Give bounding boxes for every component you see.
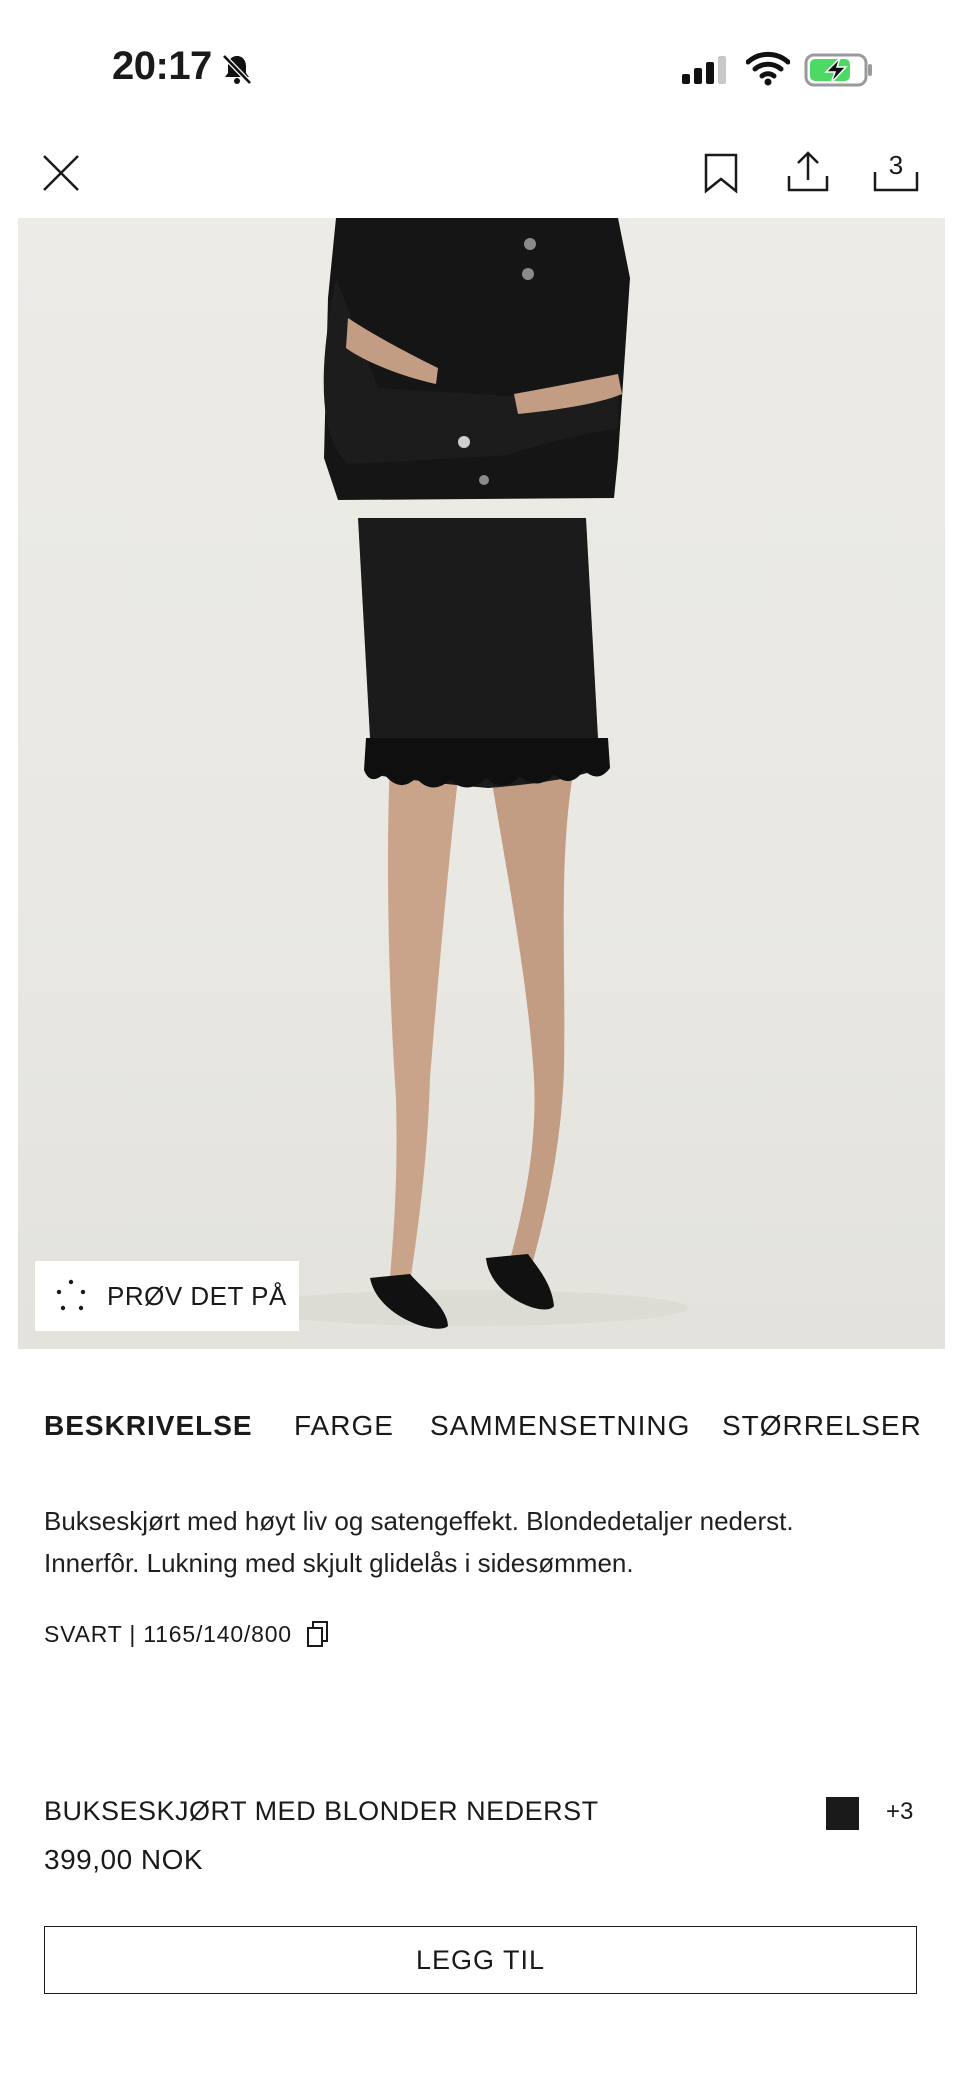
status-time: 20:17 bbox=[112, 44, 212, 88]
add-to-cart-button[interactable]: LEGG TIL bbox=[44, 1926, 917, 1994]
cellular-signal-icon bbox=[682, 56, 726, 84]
color-swatch[interactable] bbox=[826, 1797, 859, 1830]
bell-slash-icon bbox=[222, 54, 252, 85]
product-price: 399,00 NOK bbox=[44, 1844, 204, 1875]
reference-row: SVART | 1165/140/800 bbox=[44, 1616, 330, 1652]
product-description: Bukseskjørt med høyt liv og satengeffekt… bbox=[44, 1500, 924, 1584]
gallery-count-button[interactable]: 3 bbox=[872, 150, 920, 194]
close-icon[interactable] bbox=[40, 152, 82, 194]
tab-composition[interactable]: SAMMENSETNING bbox=[430, 1410, 690, 1442]
wifi-icon bbox=[746, 51, 790, 86]
tab-sizes[interactable]: STØRRELSER bbox=[722, 1410, 922, 1442]
status-bar: 20:17 bbox=[0, 0, 960, 140]
try-on-label: PRØV DET PÅ bbox=[107, 1280, 287, 1311]
bookmark-icon[interactable] bbox=[702, 152, 740, 194]
description-line-2: Innerfôr. Lukning med skjult glidelås i … bbox=[44, 1548, 634, 1578]
product-name: BUKSESKJØRT MED BLONDER NEDERST bbox=[44, 1796, 599, 1826]
product-image[interactable] bbox=[18, 218, 945, 1349]
more-colors[interactable]: +3 bbox=[886, 1798, 913, 1826]
share-icon[interactable] bbox=[786, 150, 830, 194]
description-line-1: Bukseskjørt med høyt liv og satengeffekt… bbox=[44, 1506, 794, 1536]
model-photo bbox=[248, 218, 688, 1329]
detail-tabs: BESKRIVELSE FARGE SAMMENSETNING STØRRELS… bbox=[44, 1410, 924, 1454]
battery-charging-icon bbox=[804, 53, 872, 87]
top-navigation: 3 bbox=[0, 140, 960, 218]
tab-description[interactable]: BESKRIVELSE bbox=[44, 1410, 253, 1442]
try-on-button[interactable]: PRØV DET PÅ bbox=[35, 1261, 299, 1331]
reference-text: SVART | 1165/140/800 bbox=[44, 1620, 292, 1647]
sparkle-icon bbox=[56, 1279, 86, 1311]
gallery-count: 3 bbox=[888, 150, 904, 180]
copy-icon[interactable] bbox=[306, 1620, 330, 1648]
tab-color[interactable]: FARGE bbox=[294, 1410, 394, 1442]
